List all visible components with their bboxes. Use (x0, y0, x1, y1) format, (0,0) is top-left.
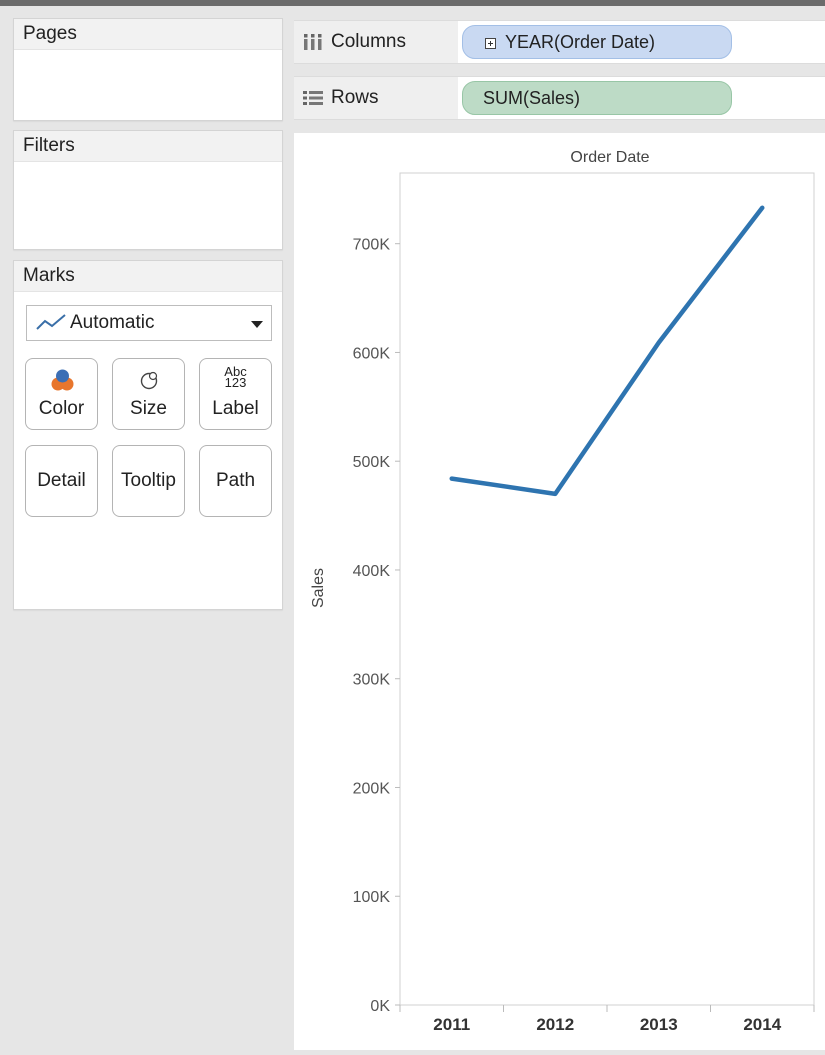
filters-card: Filters (13, 130, 283, 250)
color-label: Color (26, 398, 97, 420)
series-layer (452, 208, 763, 494)
detail-label: Detail (26, 470, 97, 492)
pages-title: Pages (14, 19, 282, 50)
y-tick-label: 200K (353, 780, 391, 797)
y-axis-label: Sales (310, 568, 327, 608)
rows-icon (302, 88, 324, 108)
columns-pill[interactable]: YEAR(Order Date) (462, 25, 732, 59)
path-button[interactable]: Path (199, 445, 272, 517)
size-button[interactable]: Size (112, 358, 185, 430)
x-tick-label: 2011 (433, 1015, 470, 1034)
label-button[interactable]: Abc 123 Label (199, 358, 272, 430)
filters-title: Filters (14, 131, 282, 162)
x-tick-label: 2014 (743, 1015, 781, 1034)
size-icon (113, 367, 186, 393)
mark-type-dropdown[interactable]: Automatic (26, 305, 272, 341)
abc-123-icon: Abc 123 (200, 366, 271, 392)
size-label: Size (113, 398, 184, 420)
plot-border (400, 173, 814, 1005)
path-label: Path (200, 470, 271, 492)
columns-label: Columns (331, 21, 406, 63)
x-tick-label: 2012 (536, 1015, 574, 1034)
columns-shelf[interactable]: Columns YEAR(Order Date) (294, 20, 825, 64)
mark-type-value: Automatic (70, 312, 154, 334)
rows-shelf-label: Rows (302, 77, 379, 119)
y-tick-label: 300K (353, 672, 391, 689)
y-axis: 0K 100K 200K 300K 400K 500K 600K 700K (353, 237, 400, 1015)
tooltip-label: Tooltip (113, 470, 184, 492)
plot-frame (400, 173, 814, 1005)
y-tick-label: 500K (353, 454, 391, 471)
expand-icon[interactable] (485, 38, 496, 49)
pages-card: Pages (13, 18, 283, 121)
line-chart[interactable]: Order Date Sales 0K 100K 200K 300K 400K 500K 6… (294, 133, 825, 1050)
columns-shelf-label: Columns (302, 21, 406, 63)
tooltip-button[interactable]: Tooltip (112, 445, 185, 517)
line-chart-icon (34, 312, 68, 334)
view-area[interactable]: Order Date Sales 0K 100K 200K 300K 400K 500K 6… (294, 133, 825, 1050)
rows-label: Rows (331, 77, 379, 119)
y-tick-label: 600K (353, 345, 391, 362)
y-tick-label: 400K (353, 563, 391, 580)
detail-button[interactable]: Detail (25, 445, 98, 517)
sales-line (452, 208, 763, 494)
columns-pill-label: YEAR(Order Date) (505, 32, 655, 52)
x-axis: 2011 2012 2013 2014 (400, 1005, 814, 1034)
marks-title: Marks (14, 261, 282, 292)
chevron-down-icon (251, 321, 263, 328)
color-icon (26, 367, 99, 393)
rows-pill[interactable]: SUM(Sales) (462, 81, 732, 115)
y-tick-label: 100K (353, 889, 391, 906)
top-border (0, 0, 825, 6)
color-button[interactable]: Color (25, 358, 98, 430)
label-label: Label (200, 398, 271, 420)
rows-pill-label: SUM(Sales) (483, 88, 580, 108)
columns-icon (302, 32, 324, 52)
rows-shelf[interactable]: Rows SUM(Sales) (294, 76, 825, 120)
y-tick-label: 700K (353, 237, 391, 254)
x-tick-label: 2013 (640, 1015, 678, 1034)
chart-title: Order Date (570, 149, 649, 166)
label-icon-text-bottom: 123 (200, 377, 271, 388)
y-tick-label: 0K (370, 998, 390, 1015)
